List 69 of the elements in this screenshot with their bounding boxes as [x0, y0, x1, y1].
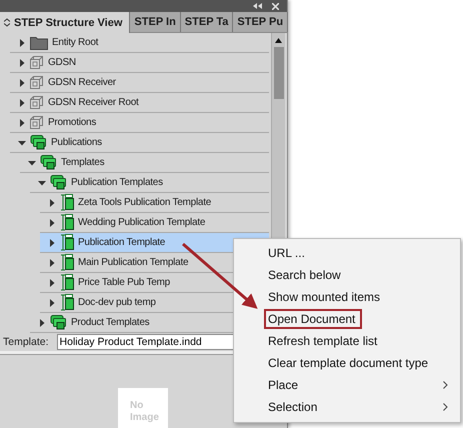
tree-item-label: Publication Template	[78, 237, 166, 248]
expand-arrow-icon[interactable]	[18, 98, 26, 106]
tree-item-label: GDSN Receiver	[48, 77, 116, 88]
menu-item[interactable]: Clear template document type	[234, 352, 460, 374]
document-stack-icon	[60, 234, 74, 251]
cube-icon	[30, 76, 44, 89]
panel-tab[interactable]: STEP Ta	[180, 12, 234, 32]
tree-item-label: Doc-dev pub temp	[78, 297, 156, 308]
scroll-thumb[interactable]	[274, 47, 284, 99]
tree-item-label: Promotions	[48, 117, 96, 128]
tree-item-label: Templates	[61, 157, 104, 168]
expand-arrow-icon[interactable]	[18, 78, 26, 86]
tree-item-label: Zeta Tools Publication Template	[78, 197, 212, 208]
expand-arrow-icon[interactable]	[48, 278, 56, 286]
document-stack-icon	[60, 194, 74, 211]
tree-row[interactable]: GDSN Receiver	[10, 73, 269, 93]
expand-arrow-icon[interactable]	[38, 318, 46, 326]
stacked-folders-icon	[40, 155, 57, 170]
panel-tab[interactable]: STEP Pu	[233, 12, 288, 32]
stacked-folders-icon	[50, 315, 67, 330]
document-stack-icon	[60, 214, 74, 231]
expand-arrow-icon[interactable]	[48, 298, 56, 306]
panel-tab[interactable]: STEP Structure View	[0, 12, 130, 33]
expand-arrow-icon[interactable]	[18, 118, 26, 126]
menu-item[interactable]: Selection	[234, 396, 460, 418]
scroll-up-icon[interactable]	[275, 38, 282, 43]
expand-arrow-icon[interactable]	[48, 238, 56, 246]
tree-item-label: Product Templates	[71, 317, 150, 328]
chevron-right-icon	[443, 381, 448, 389]
tree-row[interactable]: GDSN Receiver Root	[10, 93, 269, 113]
expand-arrow-icon[interactable]	[48, 218, 56, 226]
collapse-arrow-icon[interactable]	[28, 158, 36, 166]
menu-item[interactable]: Place	[234, 374, 460, 396]
cube-icon	[30, 116, 44, 129]
document-stack-icon	[60, 294, 74, 311]
stacked-folders-icon	[50, 175, 67, 190]
tree-item-label: GDSN Receiver Root	[48, 97, 139, 108]
tree-item-label: GDSN	[48, 57, 76, 68]
chevron-right-icon	[443, 403, 448, 411]
tree-item-label: Price Table Pub Temp	[78, 277, 170, 288]
cube-icon	[30, 56, 44, 69]
tree-row[interactable]: Entity Root	[10, 33, 269, 53]
collapse-icon[interactable]	[253, 3, 262, 9]
tree-row[interactable]: Zeta Tools Publication Template	[40, 193, 269, 213]
stacked-folders-icon	[30, 135, 47, 150]
tree-item-label: Publications	[51, 137, 102, 148]
expand-arrow-icon[interactable]	[48, 258, 56, 266]
close-icon[interactable]	[272, 2, 279, 10]
tree-item-label: Wedding Publication Template	[78, 217, 206, 228]
panel-tab[interactable]: STEP In	[130, 12, 181, 32]
tree-row[interactable]: Publication Templates	[30, 173, 269, 193]
cube-icon	[30, 96, 44, 109]
expand-arrow-icon[interactable]	[18, 38, 26, 46]
tree-item-label: Publication Templates	[71, 177, 163, 188]
template-label: Template:	[3, 336, 49, 348]
document-stack-icon	[60, 274, 74, 291]
tree-row[interactable]: Publications	[10, 133, 269, 153]
tree-item-label: Main Publication Template	[78, 257, 188, 268]
document-stack-icon	[60, 254, 74, 271]
folder-icon	[30, 36, 48, 50]
sort-arrows-icon[interactable]	[4, 18, 10, 27]
collapse-arrow-icon[interactable]	[38, 178, 46, 186]
tree-item-label: Entity Root	[52, 37, 98, 48]
tree-row[interactable]: Templates	[20, 153, 269, 173]
expand-arrow-icon[interactable]	[48, 198, 56, 206]
tree-row[interactable]: Promotions	[10, 113, 269, 133]
expand-arrow-icon[interactable]	[18, 58, 26, 66]
tree-row[interactable]: GDSN	[10, 53, 269, 73]
collapse-arrow-icon[interactable]	[18, 138, 26, 146]
